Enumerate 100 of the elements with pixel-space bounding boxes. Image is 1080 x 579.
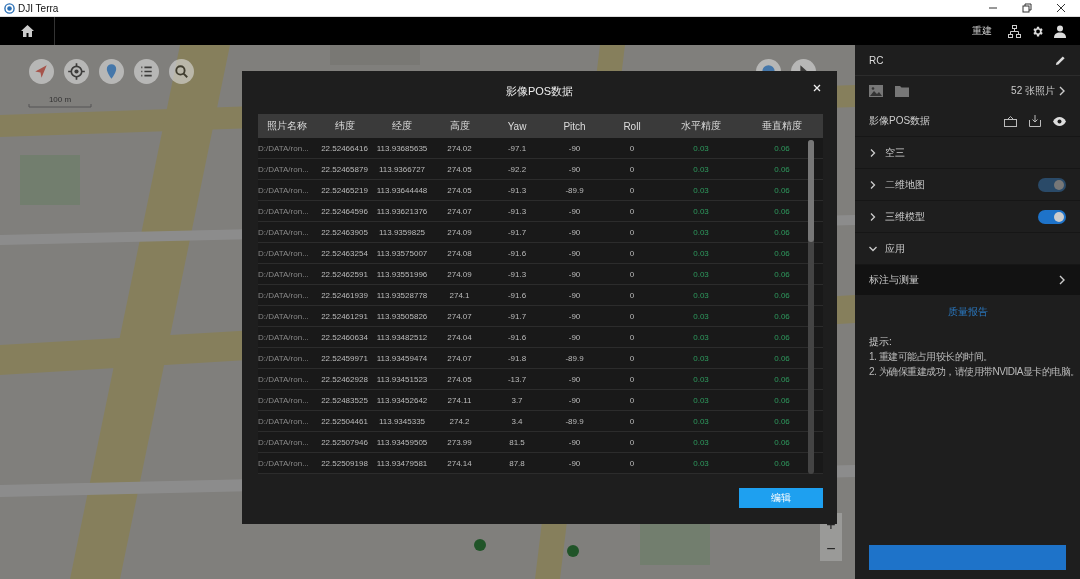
table-cell-text: 22.52461939: [320, 290, 369, 300]
restore-icon[interactable]: [1022, 3, 1032, 13]
search-icon[interactable]: [169, 59, 194, 84]
table-cell-text: -91.7: [506, 227, 528, 237]
settings-icon[interactable]: [1031, 24, 1044, 38]
pos-import-icon[interactable]: [1004, 115, 1017, 127]
window-title: DJI Terra: [18, 2, 59, 14]
rebuild-label[interactable]: 重建: [972, 24, 992, 38]
table-cell-text: 22.52462591: [320, 269, 369, 279]
chevron-down-icon: [869, 244, 877, 253]
table-cell-text: -90: [567, 311, 582, 321]
table-cell-text: 113.9366727: [377, 164, 427, 174]
photo-count-link[interactable]: 52 张照片: [1011, 84, 1066, 98]
pos-export-icon[interactable]: [1029, 115, 1041, 127]
table-cell-text: 0: [628, 290, 636, 300]
table-cell-text: 113.93452642: [375, 395, 429, 405]
table-cell-text: 0.03: [692, 458, 710, 468]
table-cell-text: 0.03: [692, 269, 710, 279]
table-cell-text: 0.03: [692, 164, 710, 174]
table-cell-text: 0: [628, 374, 636, 384]
table-cell-text: 113.93551996: [375, 269, 429, 279]
table-cell-text: -90: [567, 290, 582, 300]
table-cell-text: 0.03: [692, 332, 710, 342]
locate-icon[interactable]: [64, 59, 89, 84]
table-cell-text: 274.07: [446, 206, 473, 216]
table-cell-text: 22.52504461: [320, 416, 369, 426]
table-cell-text: 3.4: [510, 416, 524, 426]
toggle-switch[interactable]: [1038, 209, 1066, 224]
section-header[interactable]: 应用: [869, 241, 905, 256]
table-cell-text: 0: [628, 206, 636, 216]
column-header: 垂直精度: [761, 119, 803, 133]
table-cell-text: -91.3: [506, 206, 528, 216]
zoom-button[interactable]: −: [820, 537, 842, 561]
table-cell-text: -13.7: [506, 374, 528, 384]
table-cell-text: 0.03: [692, 206, 710, 216]
table-cell-text: -89.9: [564, 185, 585, 195]
list-icon[interactable]: [134, 59, 159, 84]
table-cell-text: 0.06: [773, 227, 791, 237]
table-cell-text: 22.52459971: [320, 353, 369, 363]
table-cell-text: 274.14: [446, 458, 473, 468]
network-icon[interactable]: [1008, 24, 1021, 38]
folder-icon[interactable]: [895, 85, 909, 97]
table-cell-text: 274.05: [446, 185, 473, 195]
table-cell-text: D:/DATA/ron...: [258, 416, 310, 426]
home-icon[interactable]: [20, 25, 34, 37]
table-cell-text: -91.8: [506, 353, 528, 363]
table-cell-text: -90: [567, 437, 582, 447]
table-cell-text: -91.6: [506, 290, 528, 300]
chevron-right-icon: [1059, 86, 1066, 96]
table-cell-text: 113.93505826: [375, 311, 429, 321]
table-cell-text: 274.1: [448, 290, 471, 300]
pencil-icon[interactable]: [1055, 54, 1066, 66]
compass-icon[interactable]: [29, 59, 54, 84]
section-header[interactable]: 三维模型: [869, 209, 925, 224]
table-cell-text: -90: [567, 143, 582, 153]
table-cell-text: 0.03: [692, 416, 710, 426]
table-cell-text: 273.99: [446, 437, 473, 447]
table-cell-text: 0.03: [692, 185, 710, 195]
table-cell-text: -91.3: [506, 185, 528, 195]
chevron-right-icon: [1059, 275, 1066, 285]
image-icon[interactable]: [869, 85, 883, 97]
table-cell-text: 274.04: [446, 332, 473, 342]
tool-item[interactable]: 标注与测量: [855, 265, 1080, 295]
table-cell-text: -97.1: [506, 143, 528, 153]
table-cell-text: 0.06: [773, 437, 791, 447]
table-cell-text: -91.6: [506, 332, 528, 342]
table-cell-text: 0.03: [692, 353, 710, 363]
table-cell-text: 0.03: [692, 248, 710, 258]
section-header[interactable]: 空三: [869, 145, 905, 160]
table-cell-text: 113.93685635: [375, 143, 429, 153]
table-cell-text: -90: [567, 227, 582, 237]
scrollbar-thumb[interactable]: [808, 140, 814, 242]
table-cell-text: D:/DATA/ron...: [258, 164, 310, 174]
table-cell-text: 274.2: [448, 416, 471, 426]
project-name: RC: [869, 54, 884, 66]
table-cell-text: 0.03: [692, 374, 710, 384]
chevron-right-icon: [869, 212, 877, 221]
user-icon[interactable]: [1054, 24, 1066, 38]
table-cell-text: 0.03: [692, 227, 710, 237]
hint-title: 提示:: [869, 335, 892, 349]
table-cell-text: D:/DATA/ron...: [258, 311, 310, 321]
table-cell-text: 3.7: [510, 395, 524, 405]
column-header: 高度: [448, 119, 471, 133]
table-cell-text: 22.52460634: [320, 332, 369, 342]
table-cell-text: -90: [567, 332, 582, 342]
eye-icon[interactable]: [1053, 116, 1066, 126]
column-header: 纬度: [333, 119, 356, 133]
table-cell-text: 0.06: [773, 269, 791, 279]
table-cell-text: 113.93482512: [375, 332, 429, 342]
table-cell-text: 274.11: [446, 395, 473, 405]
report-link[interactable]: 质量报告: [947, 305, 988, 319]
table-cell-text: 113.93459505: [375, 437, 429, 447]
table-cell-text: 22.52465219: [320, 185, 369, 195]
table-cell-text: 0.06: [773, 311, 791, 321]
table-cell-text: D:/DATA/ron...: [258, 437, 310, 447]
table-cell-text: 0.06: [773, 206, 791, 216]
table-cell-text: 0.06: [773, 332, 791, 342]
table-cell-text: -89.9: [564, 353, 585, 363]
close-icon[interactable]: [1056, 3, 1066, 13]
table-cell-text: 0: [628, 269, 636, 279]
